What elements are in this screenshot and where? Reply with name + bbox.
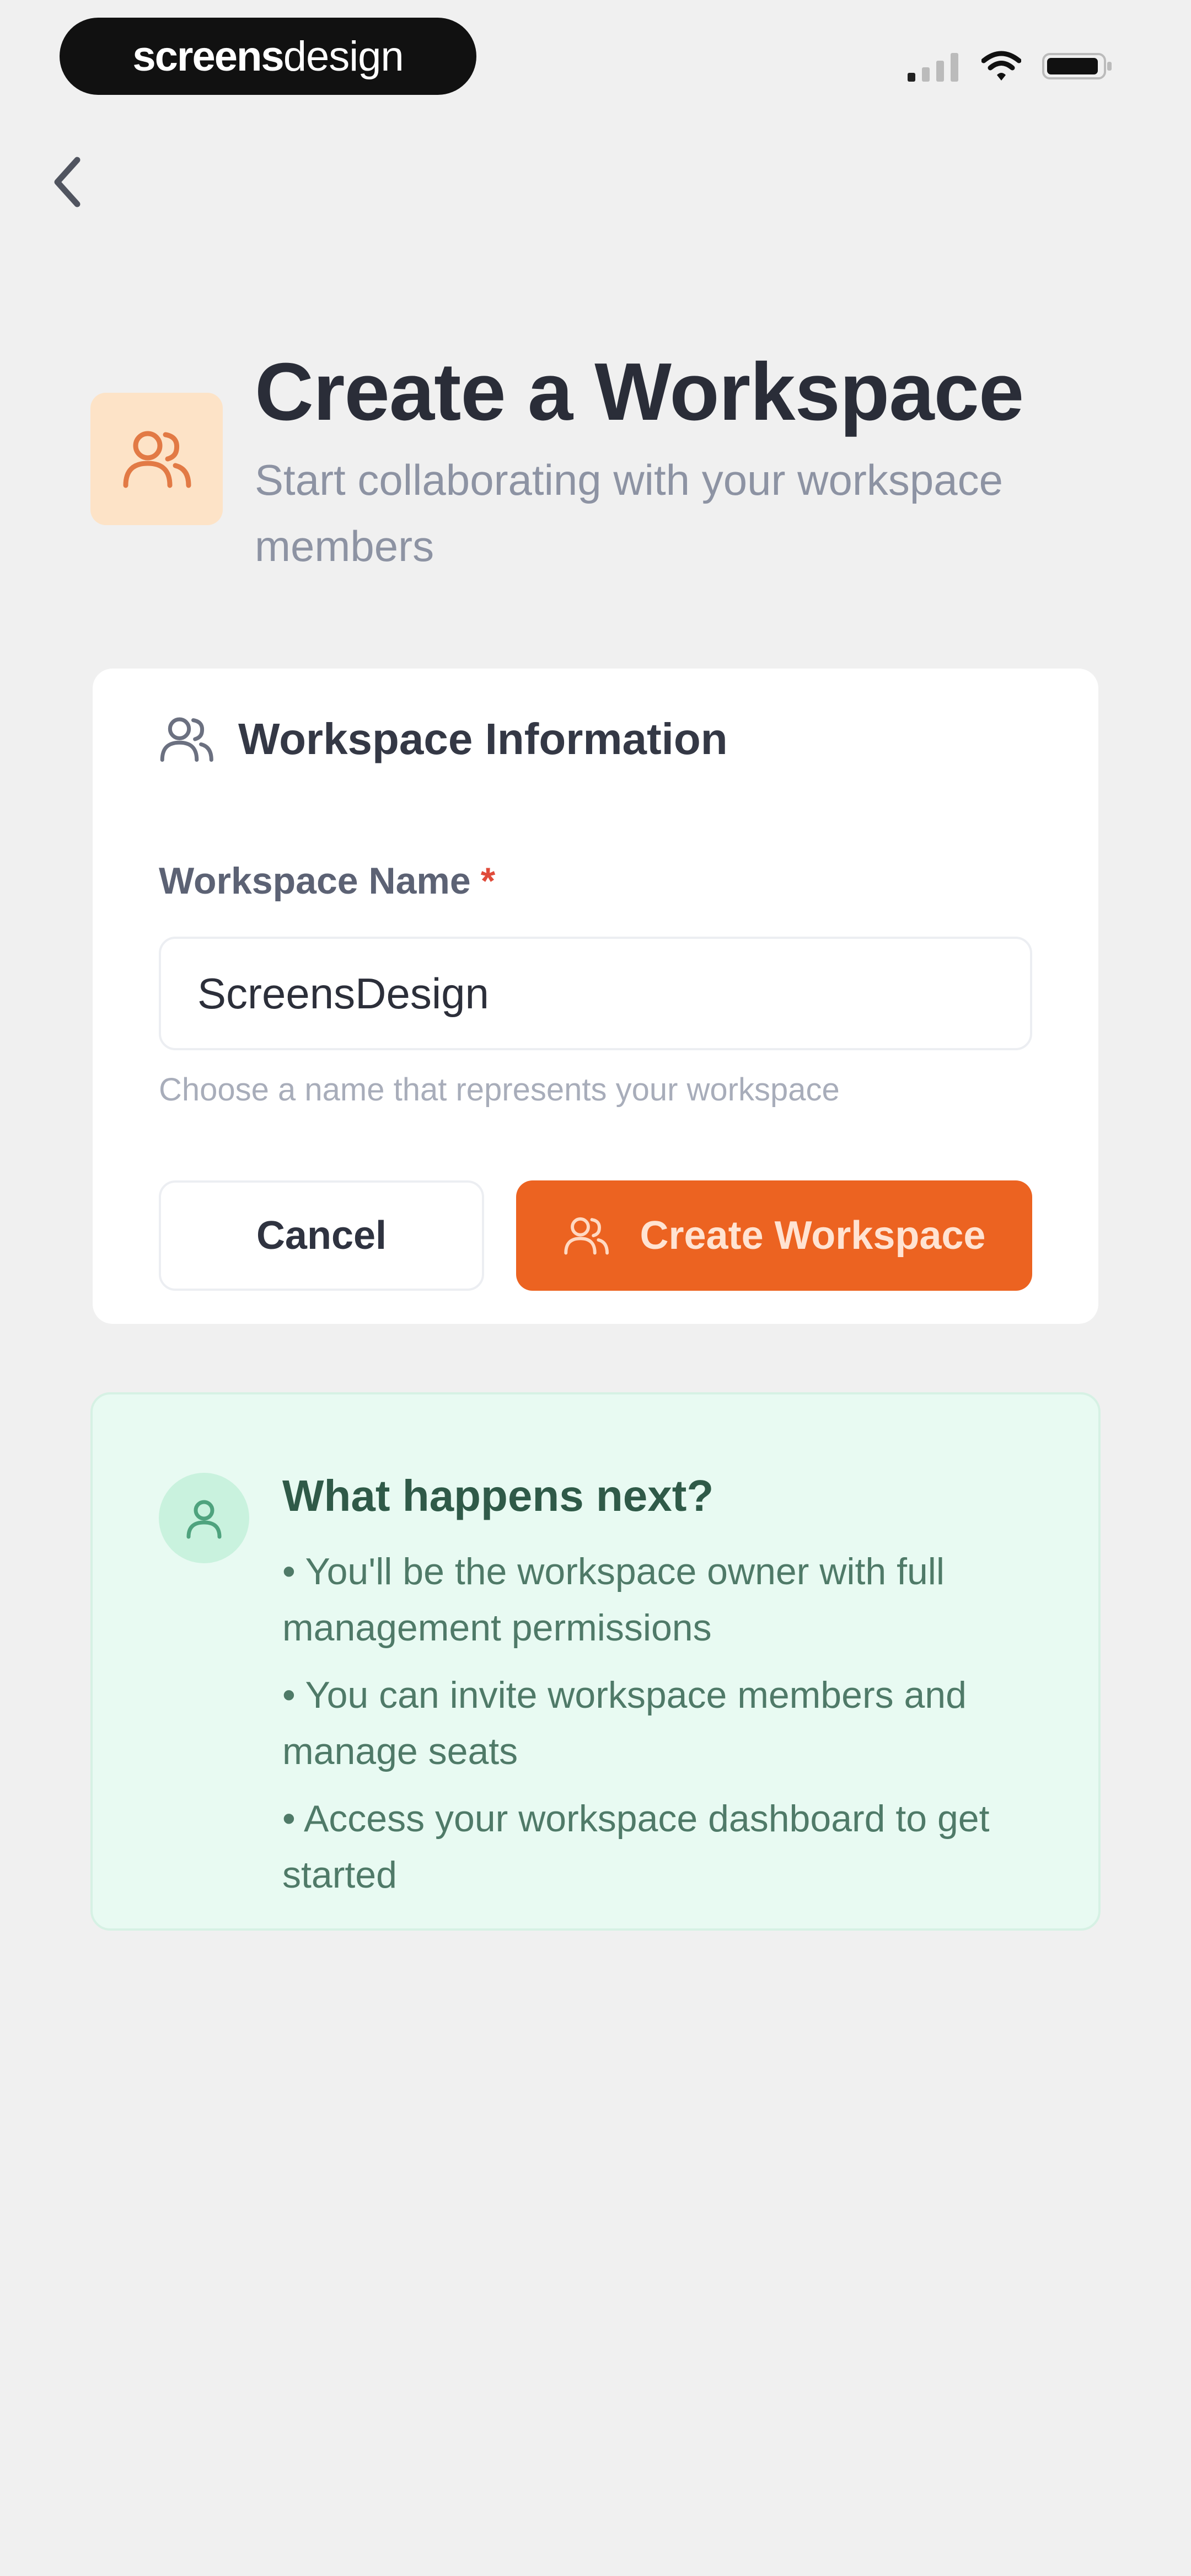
page-title: Create a Workspace — [255, 346, 1024, 437]
status-icons — [908, 51, 1114, 82]
card-header: Workspace Information — [159, 714, 728, 765]
cancel-button-label: Cancel — [256, 1214, 387, 1258]
create-workspace-button[interactable]: Create Workspace — [516, 1180, 1032, 1291]
next-steps-title: What happens next? — [282, 1471, 714, 1520]
card-title: Workspace Information — [238, 714, 728, 763]
users-icon — [160, 717, 213, 762]
user-icon — [186, 1500, 222, 1539]
brand-logo: screens design — [60, 18, 476, 95]
list-item: • You'll be the workspace owner with ful… — [282, 1551, 945, 1649]
page-subtitle: Start collaborating with your workspace … — [255, 456, 1003, 570]
cancel-button[interactable]: Cancel — [159, 1180, 484, 1291]
users-icon — [123, 431, 191, 488]
signal-icon — [908, 53, 958, 82]
battery-icon — [1042, 53, 1112, 79]
workspace-name-label-text: Workspace Name — [159, 860, 471, 902]
brand-logo-bold: screens — [132, 33, 284, 80]
workspace-name-help: Choose a name that represents your works… — [159, 1072, 840, 1108]
workspace-name-input[interactable] — [159, 937, 1032, 1050]
chevron-left-icon — [54, 157, 81, 207]
list-item: • You can invite workspace members and m… — [282, 1674, 967, 1772]
back-button[interactable] — [40, 154, 95, 210]
next-steps-list: • You'll be the workspace owner with ful… — [282, 1543, 1043, 1914]
info-icon-circle — [159, 1473, 249, 1563]
wifi-icon — [981, 51, 1021, 81]
required-mark: * — [480, 860, 496, 902]
workspace-info-card: Workspace Information Workspace Name* Ch… — [93, 669, 1098, 1324]
status-bar: screens design — [0, 0, 1191, 121]
create-workspace-button-label: Create Workspace — [640, 1214, 986, 1258]
hero-icon-tile — [90, 393, 223, 525]
users-icon — [564, 1217, 609, 1255]
list-item: • Access your workspace dashboard to get… — [282, 1798, 990, 1896]
create-workspace-screen: screens design Create a Workspace Start … — [0, 0, 1191, 2576]
next-steps-card: What happens next? • You'll be the works… — [90, 1392, 1101, 1931]
brand-logo-light: design — [283, 33, 404, 80]
workspace-name-label: Workspace Name * — [159, 859, 495, 902]
